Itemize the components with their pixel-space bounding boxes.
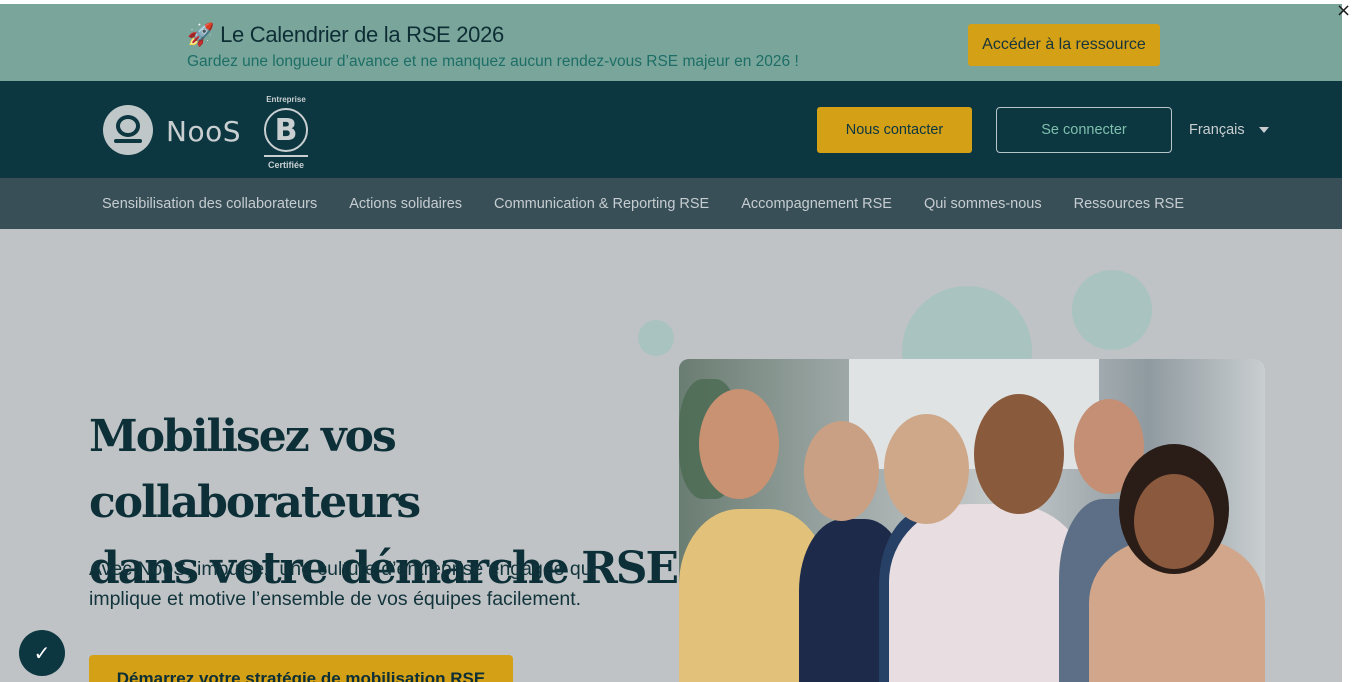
person-head <box>1134 474 1214 569</box>
announcement-title-text: Le Calendrier de la RSE 2026 <box>220 22 504 47</box>
announcement-title: 🚀 Le Calendrier de la RSE 2026 <box>187 22 504 48</box>
nav-item-qui-sommes-nous[interactable]: Qui sommes-nous <box>924 196 1042 212</box>
person-head <box>804 421 879 521</box>
nav-item-communication-reporting[interactable]: Communication & Reporting RSE <box>494 196 709 212</box>
hero-subtitle: Avec NooS, impulsez une culture d’entrep… <box>89 558 596 610</box>
logo-text[interactable]: NooS <box>166 115 241 148</box>
language-label: Français <box>1189 122 1245 138</box>
noos-logo-icon[interactable] <box>103 105 153 155</box>
page-viewport: 🚀 Le Calendrier de la RSE 2026 Gardez un… <box>0 4 1342 682</box>
bcorp-divider <box>264 155 308 157</box>
announcement-bar: 🚀 Le Calendrier de la RSE 2026 Gardez un… <box>0 4 1342 81</box>
decor-bubble <box>638 320 674 356</box>
main-nav: Sensibilisation des collaborateurs Actio… <box>0 178 1342 229</box>
bcorp-bottom-text: Certifiée <box>267 160 304 170</box>
chevron-down-icon <box>1258 127 1269 133</box>
nav-item-accompagnement[interactable]: Accompagnement RSE <box>741 196 892 212</box>
bcorp-badge: Entreprise B Certifiée <box>262 95 310 171</box>
team-photo <box>679 359 1265 682</box>
person-head <box>974 394 1064 514</box>
nav-item-actions-solidaires[interactable]: Actions solidaires <box>349 196 462 212</box>
announcement-subtitle: Gardez une longueur d’avance et ne manqu… <box>187 53 799 70</box>
accessibility-check-icon[interactable]: ✓ <box>19 630 65 676</box>
hero-title-line-1: Mobilisez vos collaborateurs <box>89 411 421 528</box>
hero-section: Mobilisez vos collaborateurs dans votre … <box>0 229 1342 682</box>
start-strategy-button[interactable]: Démarrez votre stratégie de mobilisation… <box>89 655 513 682</box>
nav-item-sensibilisation[interactable]: Sensibilisation des collaborateurs <box>102 196 317 212</box>
person-head <box>699 389 779 499</box>
contact-button[interactable]: Nous contacter <box>817 107 972 153</box>
nav-item-ressources[interactable]: Ressources RSE <box>1074 196 1184 212</box>
site-header: NooS Entreprise B Certifiée Nous contact… <box>0 81 1342 178</box>
person-head <box>884 414 969 524</box>
language-selector[interactable]: Français <box>1189 122 1269 138</box>
close-icon[interactable]: × <box>1336 2 1351 20</box>
decor-bubble <box>1072 270 1152 350</box>
rocket-icon: 🚀 <box>187 22 215 48</box>
access-resource-button[interactable]: Accéder à la ressource <box>968 24 1160 66</box>
login-button[interactable]: Se connecter <box>996 107 1172 153</box>
bcorp-top-text: Entreprise <box>266 95 306 104</box>
bcorp-letter: B <box>264 108 308 152</box>
